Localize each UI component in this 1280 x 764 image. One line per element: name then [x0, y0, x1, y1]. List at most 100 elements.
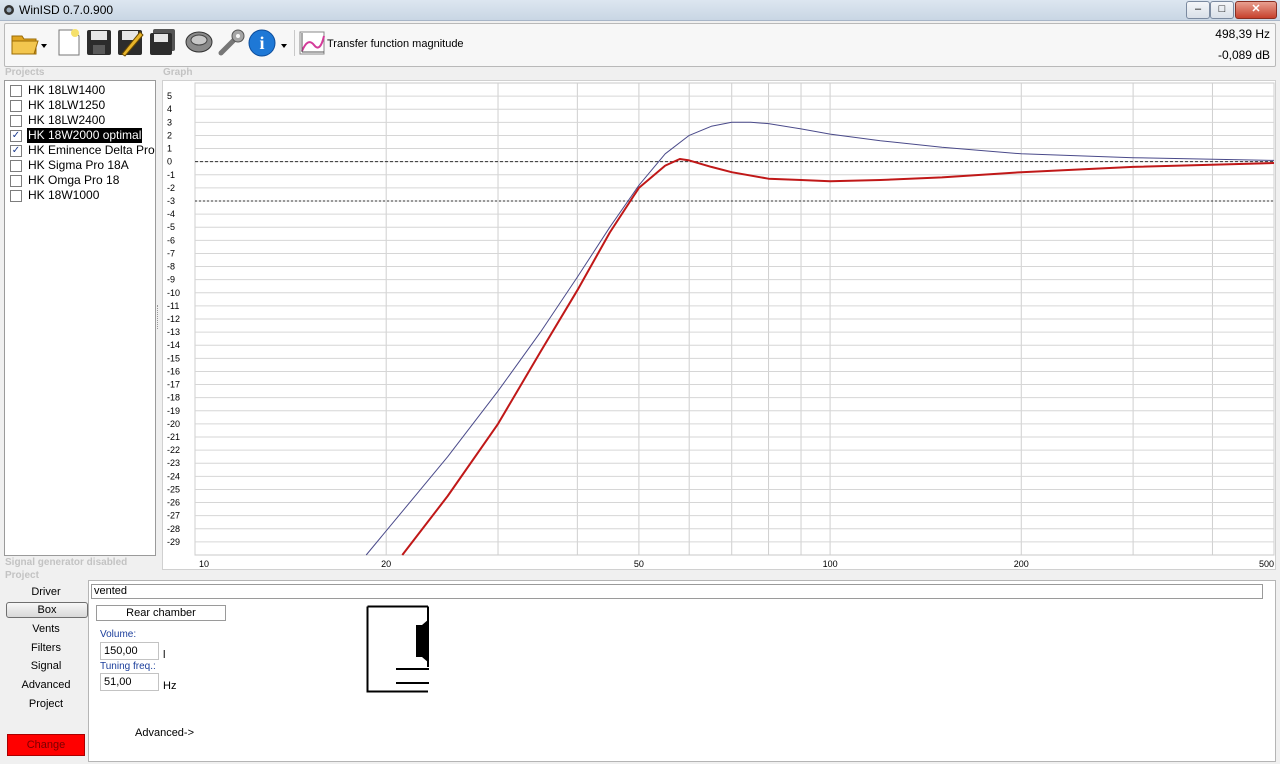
- y-tick-label: -11: [167, 301, 179, 311]
- project-list-item[interactable]: HK Sigma Pro 18A: [8, 158, 154, 173]
- y-tick-label: -9: [167, 275, 175, 285]
- y-tick-label: -16: [167, 366, 180, 376]
- open-folder-icon[interactable]: [10, 27, 48, 57]
- project-checkbox[interactable]: [10, 160, 22, 172]
- project-label[interactable]: HK 18W1000: [27, 188, 100, 203]
- project-checkbox[interactable]: [10, 115, 22, 127]
- volume-unit: l: [163, 649, 166, 661]
- y-tick-label: 4: [167, 104, 172, 114]
- cursor-frequency-readout: 498,39 Hz: [1215, 27, 1270, 41]
- project-list-item[interactable]: HK 18LW1400: [8, 83, 154, 98]
- window-title: WinISD 0.7.0.900: [19, 3, 114, 17]
- toolbar-separator: [294, 30, 295, 56]
- project-checkbox[interactable]: [10, 175, 22, 187]
- new-document-icon[interactable]: [55, 27, 83, 57]
- tuning-freq-unit: Hz: [163, 680, 177, 692]
- y-tick-label: -27: [167, 511, 180, 521]
- title-bar: [0, 0, 1280, 21]
- x-tick-label: 20: [381, 559, 391, 569]
- project-label[interactable]: HK 18LW2400: [27, 113, 106, 128]
- project-list-item[interactable]: HK 18W1000: [8, 188, 154, 203]
- tuning-freq-label: Tuning freq.:: [100, 661, 156, 672]
- info-icon[interactable]: i: [248, 27, 290, 57]
- y-tick-label: -29: [167, 537, 180, 547]
- y-tick-label: -8: [167, 262, 175, 272]
- y-tick-label: 5: [167, 91, 172, 101]
- y-tick-label: 0: [167, 157, 172, 167]
- tab-signal[interactable]: Signal: [6, 658, 86, 674]
- y-tick-label: -7: [167, 248, 175, 258]
- x-tick-label: 200: [1014, 559, 1029, 569]
- y-tick-label: 3: [167, 117, 172, 127]
- project-checkbox[interactable]: ✓: [10, 130, 22, 142]
- cursor-level-readout: -0,089 dB: [1217, 48, 1270, 62]
- tab-driver[interactable]: Driver: [6, 584, 86, 600]
- project-label[interactable]: HK Omga Pro 18: [27, 173, 120, 188]
- project-list-item[interactable]: HK 18LW2400: [8, 113, 154, 128]
- change-button[interactable]: Change: [7, 734, 85, 756]
- driver-icon[interactable]: [184, 27, 213, 57]
- save-icon[interactable]: [85, 27, 113, 57]
- y-tick-label: -23: [167, 458, 180, 468]
- projects-list: HK 18LW1400 HK 18LW1250 HK 18LW2400 ✓ HK 18W…: [4, 80, 156, 556]
- close-button[interactable]: ✕: [1235, 1, 1277, 19]
- project-label[interactable]: HK 18W2000 optimal: [27, 128, 143, 143]
- y-tick-label: -17: [167, 380, 180, 390]
- y-tick-label: -25: [167, 484, 180, 494]
- advanced-link[interactable]: Advanced->: [135, 727, 194, 739]
- project-label[interactable]: HK 18LW1400: [27, 83, 106, 98]
- y-tick-label: -12: [167, 314, 180, 324]
- svg-text:i: i: [259, 33, 264, 53]
- edit-icon[interactable]: [116, 27, 144, 57]
- tuning-freq-input[interactable]: 51,00: [100, 673, 159, 691]
- maximize-button[interactable]: □: [1210, 1, 1234, 19]
- project-label[interactable]: HK 18LW1250: [27, 98, 106, 113]
- box-type-field[interactable]: vented: [91, 584, 1263, 599]
- minimize-button[interactable]: –: [1186, 1, 1210, 19]
- y-tick-label: 1: [167, 144, 172, 154]
- project-heading: Project: [5, 570, 39, 581]
- y-tick-label: -28: [167, 524, 180, 534]
- graph-icon[interactable]: [298, 27, 326, 57]
- project-list-item[interactable]: ✓ HK 18W2000 optimal: [8, 128, 154, 143]
- tab-box[interactable]: Box: [6, 602, 88, 618]
- y-tick-label: -13: [167, 327, 180, 337]
- x-tick-label: 50: [634, 559, 644, 569]
- rear-chamber-header[interactable]: Rear chamber: [96, 605, 226, 621]
- y-tick-label: -21: [167, 432, 180, 442]
- project-checkbox[interactable]: [10, 85, 22, 97]
- y-tick-label: -3: [167, 196, 175, 206]
- y-tick-label: -19: [167, 406, 180, 416]
- y-tick-label: -6: [167, 235, 175, 245]
- tab-project[interactable]: Project: [6, 696, 86, 712]
- x-tick-label: 10: [199, 559, 209, 569]
- tab-advanced[interactable]: Advanced: [6, 677, 86, 693]
- project-label[interactable]: HK Eminence Delta Pro: [27, 143, 156, 158]
- project-checkbox[interactable]: [10, 190, 22, 202]
- projects-heading: Projects: [5, 67, 45, 78]
- save-all-icon[interactable]: [148, 27, 176, 57]
- splitter-handle[interactable]: [157, 305, 160, 329]
- project-checkbox[interactable]: [10, 100, 22, 112]
- y-tick-label: 2: [167, 130, 172, 140]
- volume-input[interactable]: 150,00: [100, 642, 159, 660]
- tools-icon[interactable]: [217, 27, 245, 57]
- project-label[interactable]: HK Sigma Pro 18A: [27, 158, 130, 173]
- project-checkbox[interactable]: ✓: [10, 145, 22, 157]
- project-list-item[interactable]: HK Omga Pro 18: [8, 173, 154, 188]
- y-tick-label: -15: [167, 353, 180, 363]
- y-tick-label: -2: [167, 183, 175, 193]
- project-list-item[interactable]: HK 18LW1250: [8, 98, 154, 113]
- y-tick-label: -22: [167, 445, 180, 455]
- x-tick-label: 100: [823, 559, 838, 569]
- tab-filters[interactable]: Filters: [6, 640, 86, 656]
- y-tick-label: -26: [167, 498, 180, 508]
- project-list-item[interactable]: ✓ HK Eminence Delta Pro: [8, 143, 156, 158]
- graph-area[interactable]: 5 4 3 2 1 0 -1 -2 -3 -4 -5 -6 -7 -8 -9 -10 -11 -12 -13 -14-…: [162, 80, 1276, 570]
- enclosure-diagram: [366, 605, 432, 693]
- y-tick-label: -5: [167, 222, 175, 232]
- tab-vents[interactable]: Vents: [6, 621, 86, 637]
- y-tick-label: -4: [167, 209, 175, 219]
- graph-type-label[interactable]: Transfer function magnitude: [327, 38, 464, 50]
- graph-heading: Graph: [163, 67, 193, 78]
